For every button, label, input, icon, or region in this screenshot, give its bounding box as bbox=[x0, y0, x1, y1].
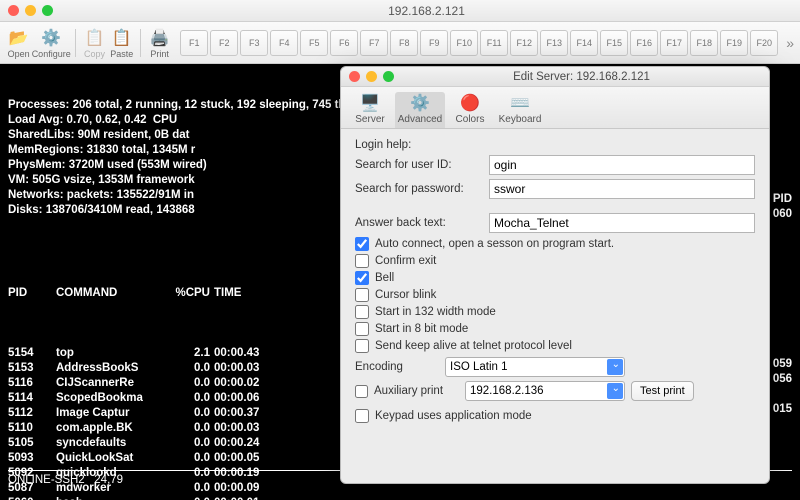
minimize-icon[interactable] bbox=[366, 71, 377, 82]
dialog-tabs: 🖥️Server ⚙️Advanced 🔴Colors ⌨️Keyboard bbox=[341, 87, 769, 129]
more-icon[interactable]: » bbox=[786, 35, 794, 51]
cursor-blink-checkbox[interactable] bbox=[355, 288, 369, 302]
bell-checkbox[interactable] bbox=[355, 271, 369, 285]
fkey-f19[interactable]: F19 bbox=[720, 30, 748, 56]
auxprint-select[interactable]: 192.168.2.136 bbox=[465, 381, 625, 401]
fkey-f7[interactable]: F7 bbox=[360, 30, 388, 56]
monitor-icon: 🖥️ bbox=[345, 92, 395, 114]
tab-advanced[interactable]: ⚙️Advanced bbox=[395, 92, 445, 128]
fkey-f11[interactable]: F11 bbox=[480, 30, 508, 56]
close-icon[interactable] bbox=[349, 71, 360, 82]
keepalive-checkbox[interactable] bbox=[355, 339, 369, 353]
answer-back-label: Answer back text: bbox=[355, 217, 483, 229]
fkey-f16[interactable]: F16 bbox=[630, 30, 658, 56]
auxprint-checkbox[interactable] bbox=[355, 385, 368, 398]
fkey-f6[interactable]: F6 bbox=[330, 30, 358, 56]
copy-icon: 📋 bbox=[84, 27, 106, 49]
fkey-f4[interactable]: F4 bbox=[270, 30, 298, 56]
tab-colors[interactable]: 🔴Colors bbox=[445, 92, 495, 128]
encoding-label: Encoding bbox=[355, 361, 439, 373]
gear-icon: ⚙️ bbox=[40, 27, 62, 49]
fkey-f8[interactable]: F8 bbox=[390, 30, 418, 56]
fkey-f3[interactable]: F3 bbox=[240, 30, 268, 56]
tab-keyboard[interactable]: ⌨️Keyboard bbox=[495, 92, 545, 128]
colors-icon: 🔴 bbox=[445, 92, 495, 114]
test-print-button[interactable]: Test print bbox=[631, 381, 694, 401]
zoom-icon[interactable] bbox=[383, 71, 394, 82]
encoding-select[interactable]: ISO Latin 1 bbox=[445, 357, 625, 377]
fkey-bar: F1F2F3F4F5F6F7F8F9F10F11F12F13F14F15F16F… bbox=[180, 30, 780, 56]
main-titlebar: 192.168.2.121 bbox=[0, 0, 800, 22]
print-button[interactable]: 🖨️Print bbox=[147, 27, 172, 59]
main-toolbar: 📂Open ⚙️Configure 📋Copy 📋Paste 🖨️Print F… bbox=[0, 22, 800, 64]
confirm-exit-checkbox[interactable] bbox=[355, 254, 369, 268]
fkey-f5[interactable]: F5 bbox=[300, 30, 328, 56]
open-icon: 📂 bbox=[8, 27, 30, 49]
fkey-f10[interactable]: F10 bbox=[450, 30, 478, 56]
search-user-input[interactable] bbox=[489, 155, 755, 175]
fkey-f9[interactable]: F9 bbox=[420, 30, 448, 56]
fkey-f1[interactable]: F1 bbox=[180, 30, 208, 56]
zoom-icon[interactable] bbox=[42, 5, 53, 16]
fkey-f12[interactable]: F12 bbox=[510, 30, 538, 56]
paste-button[interactable]: 📋Paste bbox=[109, 27, 134, 59]
fkey-f15[interactable]: F15 bbox=[600, 30, 628, 56]
tab-server[interactable]: 🖥️Server bbox=[345, 92, 395, 128]
gears-icon: ⚙️ bbox=[395, 92, 445, 114]
open-button[interactable]: 📂Open bbox=[6, 27, 31, 59]
fkey-f18[interactable]: F18 bbox=[690, 30, 718, 56]
fkey-f2[interactable]: F2 bbox=[210, 30, 238, 56]
edit-server-dialog: Edit Server: 192.168.2.121 🖥️Server ⚙️Ad… bbox=[340, 66, 770, 484]
process-row: 5060bash0.000:00.01 bbox=[8, 496, 792, 500]
fkey-f14[interactable]: F14 bbox=[570, 30, 598, 56]
fkey-f20[interactable]: F20 bbox=[750, 30, 778, 56]
dialog-titlebar[interactable]: Edit Server: 192.168.2.121 bbox=[341, 67, 769, 87]
configure-button[interactable]: ⚙️Configure bbox=[33, 27, 69, 59]
fkey-f13[interactable]: F13 bbox=[540, 30, 568, 56]
window-title: 192.168.2.121 bbox=[53, 4, 800, 18]
copy-button[interactable]: 📋Copy bbox=[82, 27, 107, 59]
print-icon: 🖨️ bbox=[149, 27, 171, 49]
minimize-icon[interactable] bbox=[25, 5, 36, 16]
autoconnect-checkbox[interactable] bbox=[355, 237, 369, 251]
keypad-checkbox[interactable] bbox=[355, 409, 369, 423]
paste-icon: 📋 bbox=[111, 27, 133, 49]
close-icon[interactable] bbox=[8, 5, 19, 16]
login-help-label: Login help: bbox=[355, 139, 755, 151]
search-password-label: Search for password: bbox=[355, 183, 483, 195]
window-controls[interactable] bbox=[8, 5, 53, 16]
dialog-title: Edit Server: 192.168.2.121 bbox=[394, 71, 769, 83]
start-8bit-checkbox[interactable] bbox=[355, 322, 369, 336]
keyboard-icon: ⌨️ bbox=[495, 92, 545, 114]
start-132-checkbox[interactable] bbox=[355, 305, 369, 319]
search-password-input[interactable] bbox=[489, 179, 755, 199]
fkey-f17[interactable]: F17 bbox=[660, 30, 688, 56]
search-user-label: Search for user ID: bbox=[355, 159, 483, 171]
answer-back-input[interactable] bbox=[489, 213, 755, 233]
